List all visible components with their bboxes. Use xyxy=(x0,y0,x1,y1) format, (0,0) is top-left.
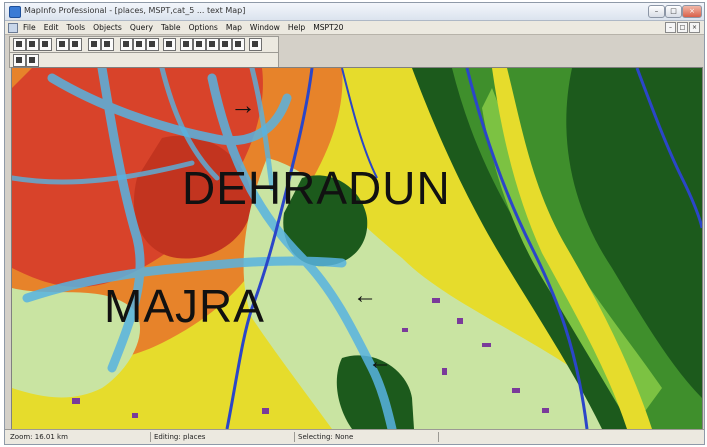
cut-icon[interactable] xyxy=(120,38,133,51)
copy-icon[interactable] xyxy=(133,38,146,51)
minimize-button[interactable]: – xyxy=(648,5,665,18)
plot-9 xyxy=(132,413,138,418)
status-selecting[interactable]: Selecting: None xyxy=(295,432,439,442)
menu-objects[interactable]: Objects xyxy=(89,22,126,33)
menu-window[interactable]: Window xyxy=(246,22,284,33)
menu-bar: File Edit Tools Objects Query Table Opti… xyxy=(5,21,704,35)
plot-7 xyxy=(542,408,549,413)
plot-8 xyxy=(72,398,80,404)
secondary-toolbar xyxy=(9,52,279,68)
arrow-marker-top: → xyxy=(230,90,257,120)
mdi-close-button[interactable]: × xyxy=(689,22,700,33)
maximize-button[interactable]: □ xyxy=(665,5,682,18)
plot-4 xyxy=(442,368,447,375)
redistrict-icon[interactable] xyxy=(232,38,245,51)
title-bar: MapInfo Professional - [places, MSPT,cat… xyxy=(5,3,704,21)
plot-6 xyxy=(402,328,408,332)
menu-items: File Edit Tools Objects Query Table Opti… xyxy=(19,22,347,33)
menu-options[interactable]: Options xyxy=(185,22,222,33)
menu-table[interactable]: Table xyxy=(157,22,185,33)
menu-tools[interactable]: Tools xyxy=(62,22,89,33)
plot-1 xyxy=(432,298,440,303)
land-use-map[interactable] xyxy=(12,68,702,429)
menu-mspt20[interactable]: MSPT20 xyxy=(309,22,347,33)
mdi-minimize-button[interactable]: – xyxy=(665,22,676,33)
mdi-restore-button[interactable]: □ xyxy=(677,22,688,33)
print-icon[interactable] xyxy=(88,38,101,51)
status-editing[interactable]: Editing: places xyxy=(151,432,295,442)
menu-map[interactable]: Map xyxy=(222,22,246,33)
undo-icon[interactable] xyxy=(163,38,176,51)
save-table-icon[interactable] xyxy=(56,38,69,51)
arrow-marker-middle: → xyxy=(352,282,377,309)
open-workspace-icon[interactable] xyxy=(39,38,52,51)
new-mapper-icon[interactable] xyxy=(193,38,206,51)
menu-file[interactable]: File xyxy=(19,22,40,33)
menu-query[interactable]: Query xyxy=(126,22,157,33)
new-grapher-icon[interactable] xyxy=(206,38,219,51)
open-table-icon[interactable] xyxy=(26,38,39,51)
info-tool-icon[interactable] xyxy=(13,54,26,67)
layer-control-icon[interactable] xyxy=(26,54,39,67)
print-preview-icon[interactable] xyxy=(101,38,114,51)
locality-label-majra: MAJRA xyxy=(104,280,265,332)
app-window: MapInfo Professional - [places, MSPT,cat… xyxy=(4,2,705,445)
new-browser-icon[interactable] xyxy=(180,38,193,51)
document-icon[interactable] xyxy=(8,23,18,33)
menu-edit[interactable]: Edit xyxy=(40,22,63,33)
status-zoom[interactable]: Zoom: 16.01 km xyxy=(7,432,151,442)
mapinfo-app-icon xyxy=(9,6,21,18)
window-title: MapInfo Professional - [places, MSPT,cat… xyxy=(24,6,246,15)
new-table-icon[interactable] xyxy=(13,38,26,51)
new-layout-icon[interactable] xyxy=(219,38,232,51)
map-window[interactable]: DEHRADUN MAJRA → → → xyxy=(11,67,703,430)
plot-2 xyxy=(457,318,463,324)
arrow-marker-bottom: → xyxy=(367,348,392,375)
plot-10 xyxy=(262,408,269,414)
paste-icon[interactable] xyxy=(146,38,159,51)
standard-toolbar xyxy=(9,36,279,53)
close-button[interactable]: × xyxy=(682,5,702,18)
plot-5 xyxy=(512,388,520,393)
menu-help[interactable]: Help xyxy=(284,22,309,33)
status-bar: Zoom: 16.01 km Editing: places Selecting… xyxy=(5,429,704,444)
plot-3 xyxy=(482,343,491,347)
save-workspace-icon[interactable] xyxy=(69,38,82,51)
help-pointer-icon[interactable] xyxy=(249,38,262,51)
city-label-dehradun: DEHRADUN xyxy=(182,162,451,214)
